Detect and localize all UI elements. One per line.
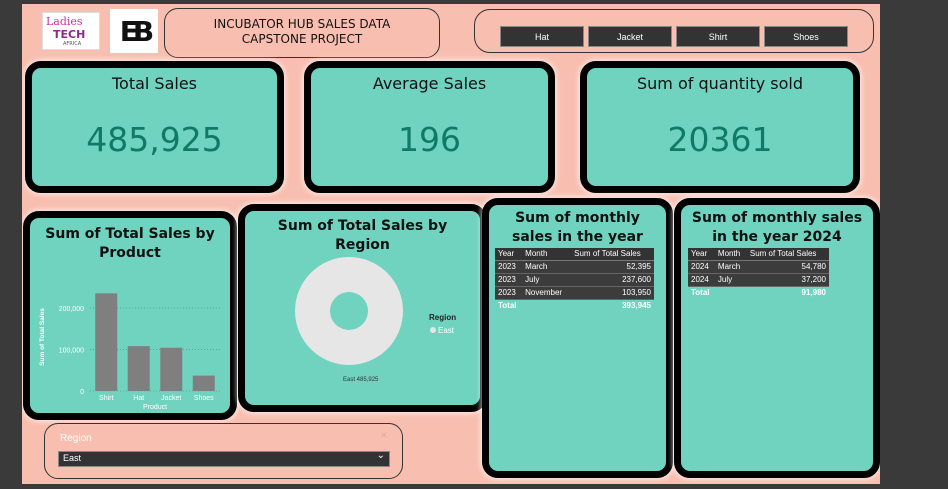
region-filter: Region ✕ East ⌄ <box>44 423 403 479</box>
bar-hat <box>127 346 150 391</box>
table-cell: 2024 <box>688 273 715 287</box>
kpi-value: 485,925 <box>86 120 223 159</box>
column-header[interactable]: Sum of Total Sales <box>746 248 829 261</box>
legend-item: East <box>438 326 455 335</box>
table-row: 2023 November 103,950 <box>495 286 654 300</box>
x-tick-label: Jacket <box>161 395 181 402</box>
total-value: 91,980 <box>801 288 826 297</box>
chevron-down-icon: ⌄ <box>376 450 385 461</box>
column-header[interactable]: Sum of Total Sales <box>571 248 654 261</box>
table-cell: November <box>522 286 572 300</box>
column-header[interactable]: Month <box>714 248 747 261</box>
region-filter-clear-icon[interactable]: ✕ <box>380 431 388 441</box>
table-cell: 2023 <box>495 273 523 287</box>
x-axis-label: Product <box>143 404 167 411</box>
kpi-value: 20361 <box>667 120 773 159</box>
bar-chart-card: Sum of Total Sales by Product 0 100,000 20… <box>23 211 237 420</box>
kpi-card-average-sales: Average Sales 196 <box>304 61 555 193</box>
y-tick-label: 0 <box>80 389 84 396</box>
monthly-sales-2023-card: Sum of monthly sales in the year 2023 Ye… <box>482 198 673 478</box>
chart-title: Sum of Total Sales by Product <box>45 226 215 261</box>
data-label: East 485,925 <box>343 377 379 383</box>
column-header[interactable]: Year <box>495 248 523 261</box>
table-cell: 103,950 <box>571 286 654 300</box>
kpi-value: 196 <box>398 120 461 159</box>
table-row: 2023 March 52,395 <box>495 260 654 274</box>
kpi-title: Total Sales <box>111 74 198 93</box>
report-title-box: INCUBATOR HUB SALES DATA CAPSTONE PROJEC… <box>164 8 440 58</box>
page-title: INCUBATOR HUB SALES DATA CAPSTONE PROJEC… <box>213 17 391 46</box>
bar-chart: 0 100,000 200,000 Shirt Hat Jacket Shoes Produc… <box>39 293 220 411</box>
monthly-sales-table-2023: Year Month Sum of Total Sales 2023 March 52,3… <box>495 248 654 312</box>
table-row: 2023 July 237,600 <box>495 273 654 287</box>
legend-title: Region <box>429 313 456 322</box>
table-title: Sum of monthly sales in the year 2024 <box>691 210 863 245</box>
slicer-button-shoes[interactable]: Shoes <box>764 26 848 47</box>
y-tick-label: 200,000 <box>59 306 84 313</box>
product-slicer: Hat Jacket Shirt Shoes <box>474 9 874 53</box>
monthly-sales-table-2024: Year Month Sum of Total Sales 2024 March 54,7… <box>688 248 829 299</box>
x-tick-label: Shirt <box>99 395 113 402</box>
slicer-button-hat[interactable]: Hat <box>500 26 584 47</box>
ladies-in-tech-logo: Ladies TECH AFRICA <box>42 12 100 50</box>
slicer-button-jacket[interactable]: Jacket <box>588 26 672 47</box>
bar-shirt <box>95 293 118 391</box>
table-cell: July <box>522 273 572 287</box>
total-label: Total <box>498 301 517 310</box>
donut-chart-card: Sum of Total Sales by Region East 485,92… <box>238 204 487 412</box>
table-cell: 2023 <box>495 260 523 274</box>
bar-jacket <box>160 347 183 391</box>
y-axis-label: Sum of Total Sales <box>39 308 46 366</box>
table-cell: 37,200 <box>746 273 829 287</box>
table-row: 2024 July 37,200 <box>688 273 829 287</box>
kpi-card-total-sales: Total Sales 485,925 <box>25 61 284 193</box>
table-cell: July <box>714 273 747 287</box>
kpi-title: Sum of quantity sold <box>637 74 803 93</box>
bar-shoes <box>192 375 215 391</box>
total-row: Total 91,980 <box>688 287 829 300</box>
kpi-card-quantity-sold: Sum of quantity sold 20361 <box>580 61 860 193</box>
legend-marker <box>430 327 436 333</box>
table-row: 2024 March 54,780 <box>688 260 829 274</box>
column-header[interactable]: Month <box>522 248 572 261</box>
total-value: 393,945 <box>622 301 651 310</box>
donut-chart: East 485,925 Region East <box>295 257 456 383</box>
table-cell: March <box>714 260 747 274</box>
slicer-button-shirt[interactable]: Shirt <box>676 26 760 47</box>
monthly-sales-2024-card: Sum of monthly sales in the year 2024 Ye… <box>674 198 880 478</box>
table-cell: 54,780 <box>746 260 829 274</box>
region-dropdown-value: East <box>63 453 82 463</box>
x-tick-label: Shoes <box>194 395 214 402</box>
eb-logo: EB <box>110 9 158 53</box>
total-row: Total 393,945 <box>495 300 654 313</box>
table-cell: 237,600 <box>571 273 654 287</box>
kpi-title: Average Sales <box>372 74 487 93</box>
column-header[interactable]: Year <box>688 248 715 261</box>
region-dropdown[interactable]: East ⌄ <box>58 450 390 467</box>
donut-slice-east <box>295 257 403 365</box>
region-filter-label: Region <box>60 433 92 444</box>
table-cell: 2024 <box>688 260 715 274</box>
table-cell: March <box>522 260 572 274</box>
y-tick-label: 100,000 <box>59 347 84 354</box>
table-cell: 52,395 <box>571 260 654 274</box>
x-tick-label: Hat <box>133 395 144 402</box>
dashboard-canvas: Ladies TECH AFRICA EB INCUBATOR HUB SALE… <box>22 4 880 484</box>
table-cell: 2023 <box>495 286 523 300</box>
total-label: Total <box>691 288 710 297</box>
